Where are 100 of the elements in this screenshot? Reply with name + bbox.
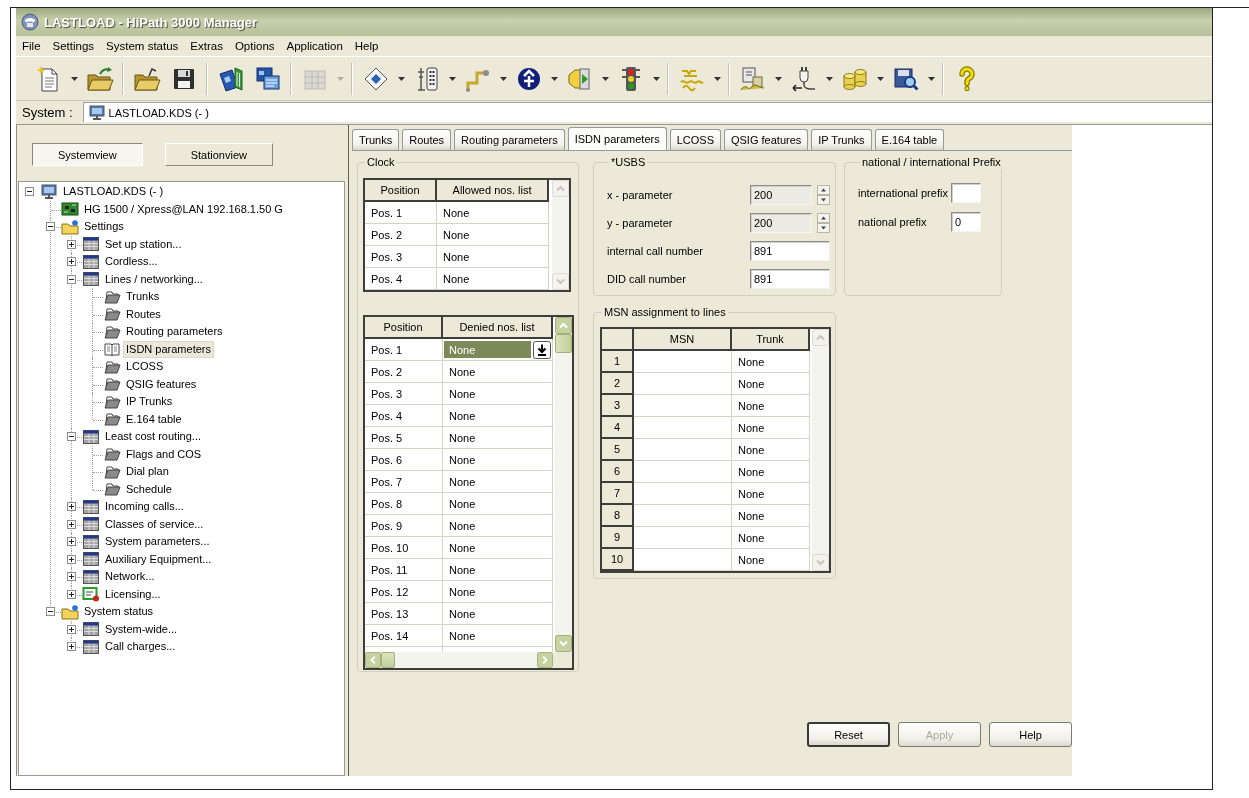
expand-icon[interactable]: [67, 642, 76, 652]
tree-item[interactable]: Routes: [124, 306, 163, 322]
collapse-icon[interactable]: [67, 432, 76, 442]
table-cell: Pos. 3: [365, 246, 437, 268]
caret-icon[interactable]: [825, 76, 833, 81]
expand-icon[interactable]: [67, 554, 76, 564]
tree-item[interactable]: ISDN parameters: [124, 341, 213, 357]
tab[interactable]: ISDN parameters: [567, 127, 667, 150]
tree-item[interactable]: Classes of service...: [103, 516, 206, 532]
tree-item[interactable]: Trunks: [124, 289, 162, 305]
caret-icon[interactable]: [397, 76, 405, 81]
table-cell: None: [443, 515, 553, 537]
slanted-folder-icon: [103, 288, 121, 305]
stationview-button[interactable]: Stationview: [164, 143, 273, 166]
expand-icon[interactable]: [67, 572, 76, 582]
selected-value[interactable]: None: [444, 341, 531, 358]
tree-item[interactable]: Licensing...: [103, 586, 163, 602]
expand-icon[interactable]: [67, 502, 76, 512]
menu-item[interactable]: Help: [348, 40, 385, 52]
caret-icon[interactable]: [713, 76, 721, 81]
tree-item[interactable]: Lines / networking...: [103, 271, 205, 287]
card-icon[interactable]: [216, 64, 245, 93]
tab[interactable]: Trunks: [352, 129, 400, 150]
tree-item[interactable]: Schedule: [124, 481, 174, 497]
vertical-scrollbar[interactable]: [555, 317, 572, 652]
plug-icon[interactable]: [789, 64, 818, 93]
folder-arrow-icon[interactable]: [85, 64, 114, 93]
help-button[interactable]: Help: [989, 722, 1072, 747]
menu-item[interactable]: System status: [100, 40, 185, 52]
tree-item[interactable]: Auxiliary Equipment...: [103, 551, 214, 567]
spin-arrows-icon[interactable]: [817, 185, 830, 205]
table-cell: Pos. 1: [365, 339, 443, 361]
caret-icon[interactable]: [550, 76, 558, 81]
tree-item[interactable]: IP Trunks: [124, 394, 175, 410]
expand-icon[interactable]: [67, 519, 76, 529]
tree-item[interactable]: Set up station...: [103, 236, 184, 252]
horizontal-scrollbar[interactable]: [365, 652, 553, 668]
caret-icon[interactable]: [652, 76, 660, 81]
expand-icon[interactable]: [67, 257, 76, 267]
tree-item[interactable]: Least cost routing...: [103, 429, 203, 445]
menu-item[interactable]: Application: [280, 40, 349, 52]
field-label: internal call number: [607, 245, 704, 257]
tree-item[interactable]: System-wide...: [103, 621, 180, 637]
tree-item[interactable]: Flags and COS: [124, 446, 204, 462]
table-icon: [82, 271, 100, 288]
input-field[interactable]: 891: [750, 269, 830, 289]
folder-icon: [61, 603, 79, 620]
caret-icon[interactable]: [499, 76, 507, 81]
system-field[interactable]: LASTLOAD.KDS (- ): [82, 102, 1212, 122]
tab[interactable]: Routes: [402, 129, 452, 150]
document-box-icon[interactable]: [738, 64, 767, 93]
table-cell: Pos. 4: [365, 405, 443, 427]
scrollbar-thumb[interactable]: [555, 334, 572, 353]
tree-item[interactable]: Network...: [103, 569, 157, 585]
tree-item[interactable]: QSIG features: [124, 376, 199, 392]
input-field[interactable]: 891: [750, 241, 830, 261]
menu-item[interactable]: File: [16, 40, 47, 52]
input-field[interactable]: 0: [951, 212, 981, 232]
table-cell: None: [437, 268, 549, 290]
spin-arrows-icon[interactable]: [817, 213, 830, 233]
tree-item[interactable]: Settings: [82, 219, 126, 235]
tree-item[interactable]: HG 1500 / Xpress@LAN 192.168.1.50 G: [82, 201, 285, 217]
tree-item[interactable]: Call charges...: [103, 639, 178, 655]
group-title: *USBS: [610, 155, 647, 169]
systemview-button[interactable]: Systemview: [32, 143, 143, 166]
collapse-icon[interactable]: [25, 187, 34, 197]
expand-icon[interactable]: [67, 537, 76, 547]
caret-icon[interactable]: [448, 76, 456, 81]
collapse-icon[interactable]: [46, 222, 55, 232]
tab[interactable]: E.164 table: [874, 129, 945, 150]
scrollbar-thumb[interactable]: [381, 652, 395, 668]
reset-button[interactable]: Reset: [807, 722, 890, 747]
tab[interactable]: LCOSS: [669, 129, 721, 150]
tree-item[interactable]: System parameters...: [103, 534, 212, 550]
menu-item[interactable]: Options: [228, 40, 281, 52]
caret-icon[interactable]: [601, 76, 609, 81]
caret-icon[interactable]: [70, 76, 78, 81]
expand-icon[interactable]: [67, 589, 76, 599]
tree-item[interactable]: Dial plan: [124, 464, 171, 480]
tree-item[interactable]: Cordless...: [103, 254, 160, 270]
windows-icon[interactable]: [253, 64, 282, 93]
caret-icon[interactable]: [774, 76, 782, 81]
tree-item[interactable]: LCOSS: [124, 359, 166, 375]
collapse-icon[interactable]: [67, 274, 76, 284]
expand-icon[interactable]: [67, 239, 76, 249]
caret-icon[interactable]: [876, 76, 884, 81]
menu-item[interactable]: Settings: [46, 40, 101, 52]
tree-item[interactable]: Incoming calls...: [103, 499, 186, 515]
caret-icon[interactable]: [927, 76, 935, 81]
menu-item[interactable]: Extras: [184, 40, 229, 52]
tab[interactable]: QSIG features: [723, 129, 809, 150]
tree-item[interactable]: E.164 table: [124, 411, 184, 427]
input-field[interactable]: [951, 183, 981, 203]
tree-item[interactable]: Routing parameters: [124, 324, 225, 340]
expand-icon[interactable]: [67, 624, 76, 634]
tree-item[interactable]: LASTLOAD.KDS (- ): [61, 184, 166, 200]
collapse-icon[interactable]: [46, 607, 55, 617]
tab[interactable]: Routing parameters: [454, 129, 565, 150]
tab[interactable]: IP Trunks: [811, 129, 872, 150]
tree-item[interactable]: System status: [82, 604, 156, 620]
